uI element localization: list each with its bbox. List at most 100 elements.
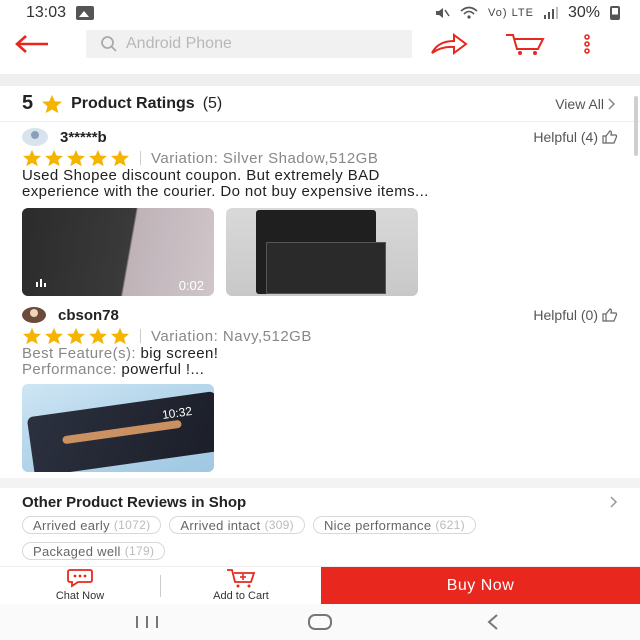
home-button[interactable] <box>290 607 350 637</box>
chip-count: (179) <box>124 544 155 558</box>
search-icon <box>100 35 118 53</box>
review-media: 0:02 <box>22 208 618 296</box>
wifi-icon <box>460 6 478 19</box>
review-header: cbson78 Helpful (0) <box>22 304 618 326</box>
chat-now-button[interactable]: Chat Now <box>0 567 160 604</box>
review-video-thumbnail[interactable]: 0:02 <box>22 208 214 296</box>
chip-label: Arrived intact <box>180 517 261 533</box>
home-icon <box>307 614 332 630</box>
cell-signal-icon <box>543 7 558 19</box>
reviewer: cbson78 <box>22 307 119 324</box>
performance-label: Performance: <box>22 362 117 378</box>
review-item: 3*****b Helpful (4) Variation: Silver Sh… <box>0 126 640 296</box>
review-tag-chip[interactable]: Packaged well (179) <box>22 542 166 560</box>
recent-apps-icon <box>135 616 158 628</box>
cart-icon[interactable] <box>504 32 546 56</box>
more-options-icon[interactable] <box>582 34 592 54</box>
recent-apps-button[interactable] <box>117 607 177 637</box>
chip-label: Arrived early <box>33 517 110 533</box>
reviewer-name: cbson78 <box>58 306 119 324</box>
review-tag-chip[interactable]: Nice performance (621) <box>312 516 476 534</box>
review-item: cbson78 Helpful (0) Variation: Navy,512G… <box>0 304 640 472</box>
chip-count: (309) <box>264 518 294 532</box>
chat-now-label: Chat Now <box>55 590 105 602</box>
view-all-link[interactable]: View All <box>555 96 616 112</box>
section-separator <box>0 478 640 488</box>
review-tag-chip[interactable]: Arrived early (1072) <box>22 516 162 534</box>
helpful-button[interactable]: Helpful (4) <box>533 129 618 145</box>
search-input[interactable]: Android Phone <box>86 30 412 58</box>
star-icon <box>67 149 85 167</box>
status-right: Vo) LTE 30% <box>434 4 620 22</box>
status-left: 13:03 <box>26 4 95 22</box>
star-rating <box>22 327 130 345</box>
top-actions <box>430 32 592 56</box>
divider <box>140 151 141 165</box>
share-icon[interactable] <box>430 33 468 55</box>
other-reviews-header[interactable]: Other Product Reviews in Shop <box>22 488 618 516</box>
star-icon <box>42 94 63 113</box>
other-reviews-section: Other Product Reviews in Shop Arrived ea… <box>0 488 640 566</box>
star-icon <box>23 149 41 167</box>
review-header: 3*****b Helpful (4) <box>22 126 618 148</box>
review-feature-line: Best Feature(s): big screen! <box>22 346 622 362</box>
helpful-label: Helpful (4) <box>533 129 598 145</box>
buy-now-label: Buy Now <box>446 576 515 594</box>
performance-value: powerful !... <box>121 362 205 378</box>
avatar <box>22 307 46 323</box>
ratings-header: 5 Product Ratings (5) View All <box>0 86 640 122</box>
back-arrow-icon[interactable] <box>14 26 64 62</box>
review-text-line: experience with the courier. Do not buy … <box>22 184 429 200</box>
review-text-line: Used Shopee discount coupon. But extreme… <box>22 168 380 184</box>
helpful-label: Helpful (0) <box>533 307 598 323</box>
add-to-cart-button[interactable]: Add to Cart <box>161 567 321 604</box>
top-navigation: Android Phone <box>0 26 640 62</box>
feature-value: big screen! <box>140 346 219 362</box>
star-icon <box>111 327 129 345</box>
rating-row: Variation: Silver Shadow,512GB <box>22 148 618 168</box>
view-all-label: View All <box>555 95 604 112</box>
thumbs-up-icon <box>602 308 618 322</box>
chip-label: Nice performance <box>323 517 432 533</box>
review-tag-chip[interactable]: Arrived intact (309) <box>169 516 305 534</box>
star-icon <box>23 327 41 345</box>
ratings-label: Product Ratings <box>71 94 195 112</box>
battery-percent: 30% <box>567 4 600 21</box>
ratings-title: 5 Product Ratings (5) <box>22 92 222 115</box>
star-rating <box>22 149 130 167</box>
reviewer: 3*****b <box>22 128 107 146</box>
other-reviews-title: Other Product Reviews in Shop <box>22 493 247 511</box>
chevron-right-icon <box>610 496 618 508</box>
chip-label: Packaged well <box>33 543 121 559</box>
chevron-right-icon <box>608 97 616 110</box>
chat-icon <box>67 569 93 588</box>
feature-label: Best Feature(s): <box>22 346 136 362</box>
search-placeholder: Android Phone <box>126 35 232 52</box>
star-icon <box>89 327 107 345</box>
buy-now-button[interactable]: Buy Now <box>321 567 640 604</box>
review-performance-line: Performance: powerful !... <box>22 362 622 378</box>
helpful-button[interactable]: Helpful (0) <box>533 307 618 323</box>
divider <box>140 329 141 343</box>
star-icon <box>45 149 63 167</box>
gallery-notification-icon <box>76 6 95 20</box>
review-photo-thumbnail[interactable]: 10:32 <box>22 384 214 472</box>
back-button[interactable] <box>463 607 523 637</box>
battery-icon <box>610 6 620 20</box>
audio-bars-icon <box>36 274 50 292</box>
mute-icon <box>436 8 450 18</box>
product-ratings-section: 5 Product Ratings (5) View All 3*****b H… <box>0 86 640 478</box>
status-bar: 13:03 Vo) LTE 30% <box>0 0 640 26</box>
ratings-count: (5) <box>202 94 223 112</box>
rating-score: 5 <box>22 92 34 114</box>
bottom-action-bar: Chat Now Add to Cart Buy Now <box>0 566 640 604</box>
rating-row: Variation: Navy,512GB <box>22 326 618 346</box>
scrollbar[interactable] <box>634 96 638 156</box>
network-type-label: Vo) LTE <box>488 7 534 19</box>
add-to-cart-label: Add to Cart <box>213 590 269 602</box>
star-icon <box>89 149 107 167</box>
star-icon <box>67 327 85 345</box>
review-photo-thumbnail[interactable] <box>226 208 418 296</box>
reviewer-name: 3*****b <box>60 128 107 146</box>
system-navigation-bar <box>0 604 640 640</box>
